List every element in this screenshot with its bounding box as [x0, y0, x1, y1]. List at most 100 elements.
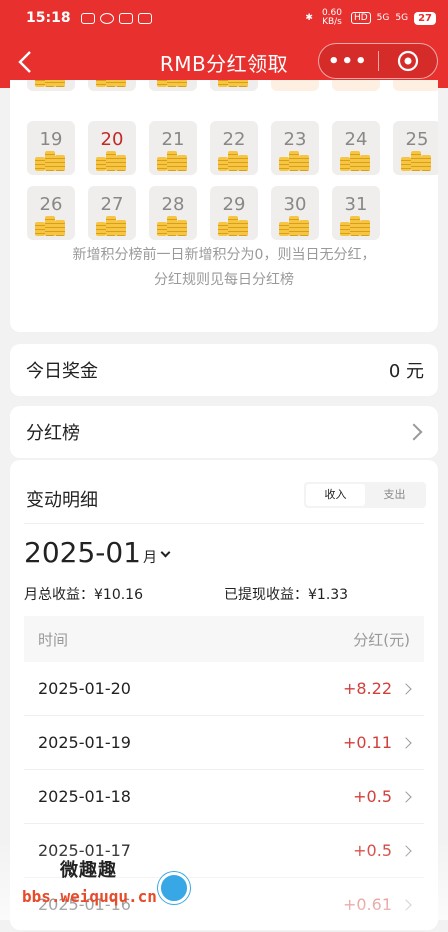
- dividend-ranking-row[interactable]: 分红榜: [10, 406, 438, 458]
- coin-icon: [157, 222, 167, 236]
- coin-icon: [360, 220, 370, 236]
- calendar-day: 25: [393, 121, 438, 175]
- coin-icon: [35, 222, 45, 236]
- watermark-url: bbs.weiququ.cn: [22, 887, 157, 906]
- back-arrow-icon[interactable]: [14, 48, 38, 76]
- table-row[interactable]: 2025-01-20+8.22: [24, 662, 424, 716]
- calendar-day-number: 27: [88, 194, 136, 215]
- status-right: ✱ 0.60 KB/s HD 5G 5G 27: [305, 9, 436, 27]
- calendar-note-1: 新增积分榜前一日新增积分为0，则当日无分红，: [10, 243, 438, 267]
- status-bar: 15:18 ✱ 0.60 KB/s HD 5G 5G 27: [0, 0, 448, 36]
- row-amount: +0.61: [343, 895, 392, 914]
- calendar-day: [149, 80, 197, 91]
- table-header: 时间 分红(元): [24, 616, 424, 662]
- calendar-day-number: 30: [271, 194, 319, 215]
- withdrawn-total: 已提现收益：¥1.33: [224, 584, 348, 604]
- coin-icon: [96, 222, 106, 236]
- more-menu-button[interactable]: •••: [319, 51, 378, 72]
- app-notification-icon: [81, 13, 95, 24]
- coin-icon: [238, 155, 248, 171]
- row-date: 2025-01-18: [38, 787, 131, 806]
- coin-stack-icon: [157, 80, 189, 87]
- calendar-note-2: 分红规则见每日分红榜: [10, 268, 438, 292]
- coin-stack-icon: [340, 214, 372, 236]
- tab-expense[interactable]: 支出: [365, 484, 424, 506]
- close-miniprogram-button[interactable]: [378, 49, 437, 73]
- coin-stack-icon: [157, 214, 189, 236]
- calendar-day-number: 21: [149, 129, 197, 150]
- coin-stack-icon: [218, 214, 250, 236]
- watermark: 微趣趣 bbs.weiququ.cn: [22, 887, 157, 906]
- coin-icon: [116, 80, 126, 87]
- dividend-table: 时间 分红(元) 2025-01-20+8.222025-01-19+0.112…: [24, 616, 424, 932]
- table-row[interactable]: 2025-01-18+0.5: [24, 770, 424, 824]
- coin-icon: [55, 220, 65, 236]
- coin-icon: [55, 155, 65, 171]
- coin-stack-icon: [401, 149, 433, 171]
- chevron-right-icon: [400, 791, 411, 802]
- month-value: 2025-01: [24, 536, 141, 569]
- today-bonus-row: 今日奖金 0 元: [10, 344, 438, 396]
- coin-icon: [45, 216, 55, 236]
- coin-icon: [299, 155, 309, 171]
- coin-icon: [289, 216, 299, 236]
- calendar-day-number: 23: [271, 129, 319, 150]
- col-time: 时间: [38, 629, 68, 650]
- hd-badge: HD: [351, 12, 371, 24]
- coin-icon: [167, 216, 177, 236]
- today-bonus-label: 今日奖金: [26, 357, 98, 383]
- row-amount: +0.11: [343, 733, 392, 752]
- coin-icon: [279, 222, 289, 236]
- coin-icon: [106, 151, 116, 171]
- chevron-right-icon: [400, 737, 411, 748]
- coin-icon: [238, 220, 248, 236]
- chevron-right-icon: [400, 845, 411, 856]
- table-row[interactable]: 2025-01-19+0.11: [24, 716, 424, 770]
- coin-icon: [238, 80, 248, 87]
- coin-icon: [45, 80, 55, 87]
- coin-icon: [340, 222, 350, 236]
- coin-icon: [167, 151, 177, 171]
- message-icon: [100, 13, 114, 24]
- coin-stack-icon: [96, 214, 128, 236]
- today-bonus-value: 0 元: [389, 357, 424, 383]
- calendar-day-claimed: [271, 80, 319, 91]
- calendar-day: 20: [88, 121, 136, 175]
- notification-icons: [81, 13, 152, 24]
- page-title: RMB分红领取: [160, 48, 288, 77]
- calendar-day: 28: [149, 186, 197, 240]
- calendar-day-number: 25: [393, 129, 438, 150]
- coin-icon: [96, 157, 106, 171]
- calendar-day-number: 31: [332, 194, 380, 215]
- calendar-day: 19: [27, 121, 75, 175]
- calendar-day-number: 19: [27, 129, 75, 150]
- coin-icon: [177, 220, 187, 236]
- coin-icon: [299, 220, 309, 236]
- month-picker[interactable]: 2025-01 月: [24, 536, 169, 569]
- coin-stack-icon: [96, 80, 128, 87]
- calendar-day: 31: [332, 186, 380, 240]
- signal-2-icon: 5G: [395, 13, 408, 23]
- month-unit: 月: [143, 547, 157, 567]
- income-expense-toggle: 收入 支出: [304, 482, 426, 508]
- battery-icon: 27: [414, 12, 436, 25]
- coin-icon: [401, 157, 411, 171]
- coin-icon: [218, 157, 228, 171]
- coin-icon: [45, 151, 55, 171]
- tab-income[interactable]: 收入: [306, 484, 365, 506]
- calendar-day: 29: [210, 186, 258, 240]
- calendar-day-number: 24: [332, 129, 380, 150]
- coin-icon: [340, 157, 350, 171]
- net-speed: 0.60 KB/s: [319, 9, 345, 27]
- coin-icon: [350, 151, 360, 171]
- coin-icon: [55, 80, 65, 87]
- dividend-ranking-label: 分红榜: [26, 419, 80, 445]
- dividend-calendar: 19202122232425262728293031 新增积分榜前一日新增积分为…: [10, 80, 438, 332]
- coin-icon: [157, 80, 167, 87]
- row-amount: +0.5: [353, 841, 392, 860]
- calendar-day-number: 28: [149, 194, 197, 215]
- calendar-day: [27, 80, 75, 91]
- coin-icon: [177, 80, 187, 87]
- chevron-right-icon: [400, 899, 411, 910]
- coin-icon: [350, 216, 360, 236]
